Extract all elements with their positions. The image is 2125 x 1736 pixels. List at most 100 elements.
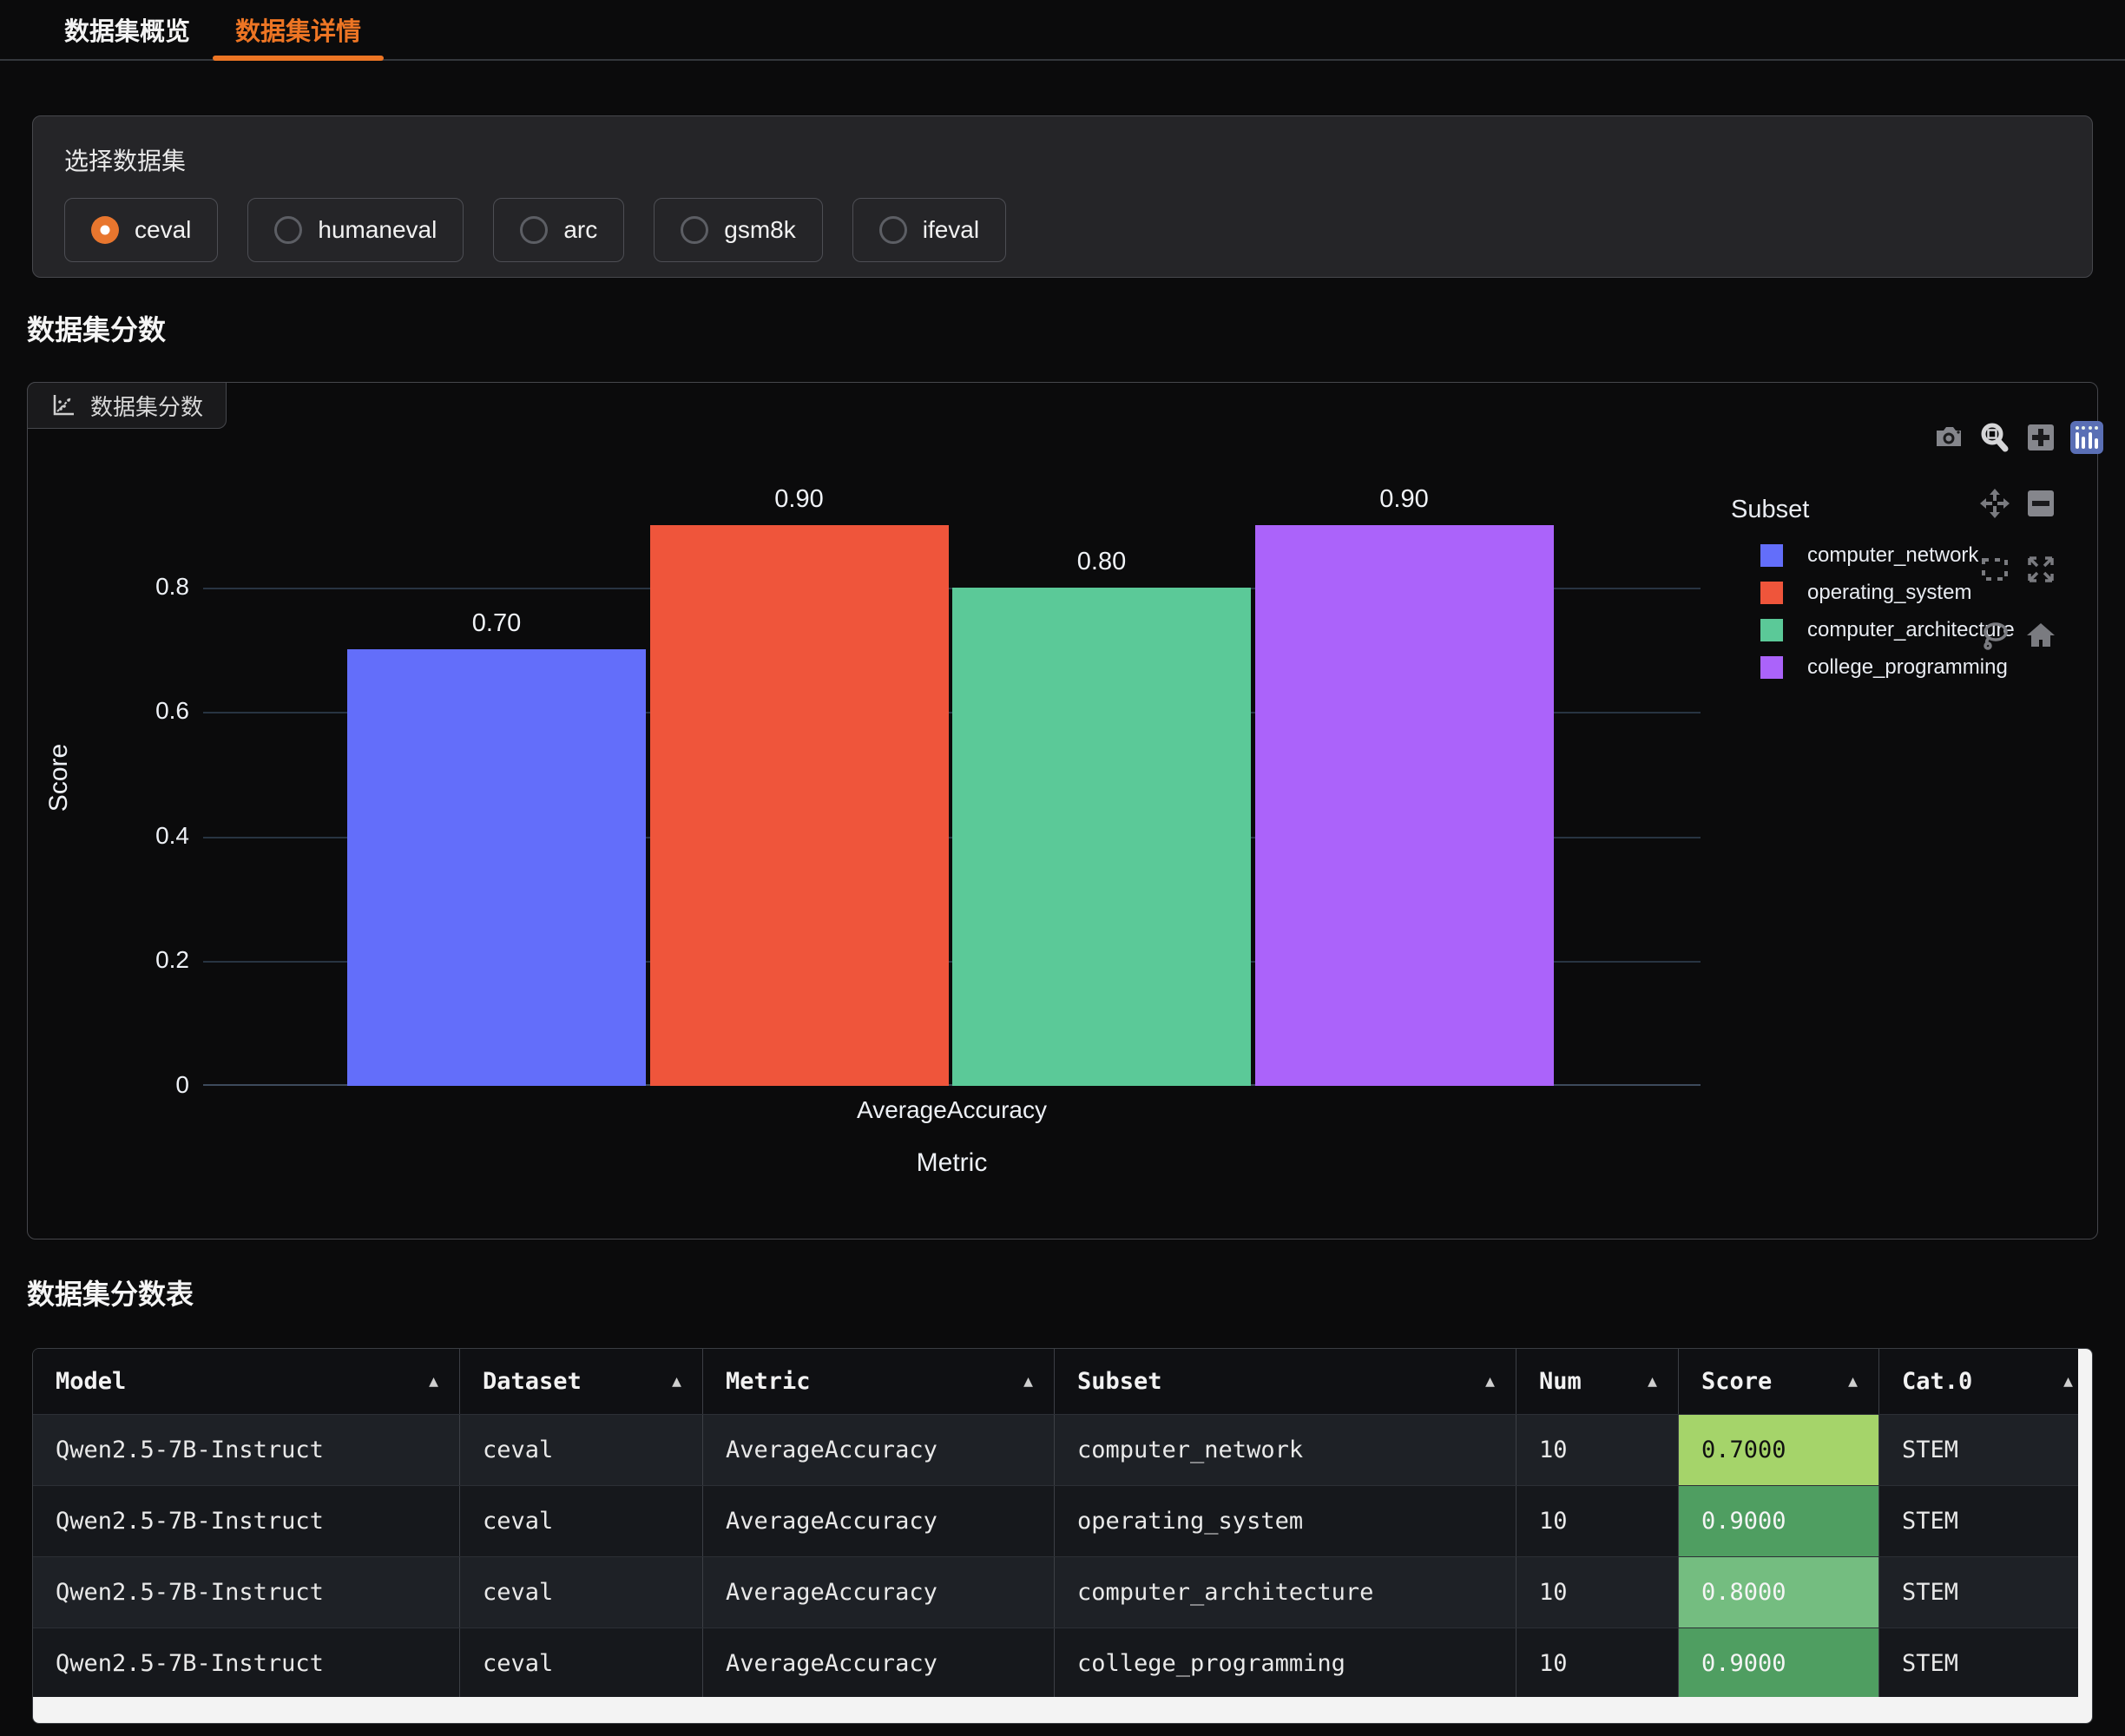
column-header-label: Dataset bbox=[483, 1368, 582, 1395]
chart-section-heading: 数据集分数 bbox=[27, 308, 166, 348]
radio-label: ceval bbox=[135, 216, 191, 244]
legend-swatch-icon bbox=[1760, 656, 1783, 679]
cell-num: 10 bbox=[1516, 1557, 1678, 1628]
y-tick-0: 0 bbox=[28, 1071, 189, 1099]
table-row-operating_system: Qwen2.5-7B-InstructcevalAverageAccuracyo… bbox=[33, 1485, 2092, 1556]
table-vertical-scrollbar[interactable] bbox=[2078, 1349, 2092, 1699]
cell-cat0: STEM bbox=[1878, 1486, 2093, 1556]
cell-metric: AverageAccuracy bbox=[702, 1486, 1054, 1556]
sort-arrow-icon[interactable]: ▲ bbox=[1485, 1372, 1495, 1391]
radio-unselected-icon bbox=[879, 216, 907, 244]
cell-model: Qwen2.5-7B-Instruct bbox=[33, 1486, 459, 1556]
plotly-logo-icon[interactable] bbox=[2063, 418, 2109, 457]
radio-label: gsm8k bbox=[724, 216, 795, 244]
cell-dataset: ceval bbox=[459, 1486, 702, 1556]
cell-score: 0.7000 bbox=[1678, 1415, 1878, 1485]
cell-dataset: ceval bbox=[459, 1628, 702, 1699]
lasso-select-icon[interactable] bbox=[1971, 615, 2017, 655]
column-header-label: Subset bbox=[1077, 1368, 1162, 1395]
column-header-subset[interactable]: Subset ▲ bbox=[1054, 1349, 1516, 1414]
sort-arrow-icon[interactable]: ▲ bbox=[672, 1372, 681, 1391]
pan-icon[interactable] bbox=[1971, 483, 2017, 523]
sort-arrow-icon[interactable]: ▲ bbox=[1023, 1372, 1033, 1391]
zoom-out-icon[interactable] bbox=[2017, 483, 2063, 523]
cell-subset: operating_system bbox=[1054, 1486, 1516, 1556]
column-header-cat-0[interactable]: Cat.0 ▲ bbox=[1878, 1349, 2093, 1414]
table-row-computer_network: Qwen2.5-7B-InstructcevalAverageAccuracyc… bbox=[33, 1414, 2092, 1485]
x-axis-title: Metric bbox=[203, 1148, 1701, 1178]
table-section-heading: 数据集分数表 bbox=[27, 1272, 194, 1312]
cell-subset: computer_architecture bbox=[1054, 1557, 1516, 1628]
cell-num: 10 bbox=[1516, 1415, 1678, 1485]
cell-metric: AverageAccuracy bbox=[702, 1415, 1054, 1485]
sort-arrow-icon[interactable]: ▲ bbox=[429, 1372, 438, 1391]
radio-label: humaneval bbox=[318, 216, 437, 244]
bar-computer_architecture[interactable] bbox=[952, 588, 1251, 1086]
radio-label: ifeval bbox=[923, 216, 979, 244]
bar-computer_network[interactable] bbox=[347, 649, 646, 1086]
dataset-radio-humaneval[interactable]: humaneval bbox=[247, 198, 464, 262]
column-header-label: Cat.0 bbox=[1902, 1368, 1972, 1395]
radio-label: arc bbox=[563, 216, 597, 244]
plot-panel-label: 数据集分数 bbox=[27, 382, 227, 429]
cell-subset: computer_network bbox=[1054, 1415, 1516, 1485]
sort-arrow-icon[interactable]: ▲ bbox=[1648, 1372, 1657, 1391]
legend-swatch-icon bbox=[1760, 544, 1783, 567]
y-tick-0.8: 0.8 bbox=[28, 573, 189, 601]
x-axis-tick-label: AverageAccuracy bbox=[203, 1096, 1701, 1124]
radio-unselected-icon bbox=[681, 216, 708, 244]
table-body: Qwen2.5-7B-InstructcevalAverageAccuracyc… bbox=[33, 1414, 2092, 1699]
y-tick-0.6: 0.6 bbox=[28, 697, 189, 725]
cell-model: Qwen2.5-7B-Instruct bbox=[33, 1557, 459, 1628]
scores-table: Model▲Dataset▲Metric▲Subset▲Num▲Score▲Ca… bbox=[32, 1348, 2093, 1724]
bar-operating_system[interactable] bbox=[650, 525, 949, 1086]
page: 数据集概览数据集详情 选择数据集 cevalhumanevalarcgsm8ki… bbox=[0, 0, 2125, 1736]
cell-dataset: ceval bbox=[459, 1557, 702, 1628]
sort-arrow-icon[interactable]: ▲ bbox=[2063, 1372, 2073, 1391]
scatter-plot-icon bbox=[50, 392, 76, 418]
table-horizontal-scrollbar[interactable] bbox=[33, 1697, 2092, 1723]
plotly-modebar bbox=[1925, 418, 2109, 681]
tab-bar: 数据集概览数据集详情 bbox=[0, 0, 2125, 61]
radio-selected-icon bbox=[91, 216, 119, 244]
cell-score: 0.9000 bbox=[1678, 1486, 1878, 1556]
cell-dataset: ceval bbox=[459, 1415, 702, 1485]
cell-cat0: STEM bbox=[1878, 1415, 2093, 1485]
tab-dataset-overview[interactable]: 数据集概览 bbox=[42, 0, 213, 59]
dataset-selector-panel: 选择数据集 cevalhumanevalarcgsm8kifeval bbox=[32, 115, 2093, 278]
cell-model: Qwen2.5-7B-Instruct bbox=[33, 1628, 459, 1699]
bar-value-label-computer_network: 0.70 bbox=[347, 609, 646, 638]
cell-score: 0.8000 bbox=[1678, 1557, 1878, 1628]
autoscale-icon[interactable] bbox=[2017, 549, 2063, 589]
camera-icon[interactable] bbox=[1925, 418, 1971, 457]
tab-dataset-details[interactable]: 数据集详情 bbox=[213, 0, 384, 59]
dataset-radio-ifeval[interactable]: ifeval bbox=[852, 198, 1006, 262]
plot-area: 0.700.900.800.90 bbox=[203, 470, 1701, 1086]
radio-unselected-icon bbox=[274, 216, 302, 244]
radio-unselected-icon bbox=[520, 216, 548, 244]
bar-college_programming[interactable] bbox=[1255, 525, 1554, 1086]
column-header-model[interactable]: Model ▲ bbox=[33, 1349, 459, 1414]
dataset-radio-group: ceval humaneval arc gsm8k ifeval bbox=[64, 198, 2061, 262]
plot-panel-label-text: 数据集分数 bbox=[90, 390, 203, 422]
legend-swatch-icon bbox=[1760, 582, 1783, 604]
legend-swatch-icon bbox=[1760, 619, 1783, 641]
dataset-radio-ceval[interactable]: ceval bbox=[64, 198, 218, 262]
box-select-icon[interactable] bbox=[1971, 549, 2017, 589]
y-tick-0.4: 0.4 bbox=[28, 822, 189, 850]
column-header-num[interactable]: Num▲ bbox=[1516, 1349, 1678, 1414]
cell-cat0: STEM bbox=[1878, 1557, 2093, 1628]
zoom-in-icon[interactable] bbox=[2017, 418, 2063, 457]
sort-arrow-icon[interactable]: ▲ bbox=[1848, 1372, 1858, 1391]
dataset-radio-gsm8k[interactable]: gsm8k bbox=[654, 198, 822, 262]
reset-axes-home-icon[interactable] bbox=[2017, 615, 2063, 655]
dataset-radio-arc[interactable]: arc bbox=[493, 198, 624, 262]
column-header-metric[interactable]: Metric▲ bbox=[702, 1349, 1054, 1414]
column-header-label: Model bbox=[56, 1368, 126, 1395]
zoom-icon[interactable] bbox=[1971, 418, 2017, 457]
column-header-score[interactable]: Score▲ bbox=[1678, 1349, 1878, 1414]
bar-value-label-operating_system: 0.90 bbox=[650, 485, 949, 514]
cell-num: 10 bbox=[1516, 1628, 1678, 1699]
cell-model: Qwen2.5-7B-Instruct bbox=[33, 1415, 459, 1485]
column-header-dataset[interactable]: Dataset ▲ bbox=[459, 1349, 702, 1414]
